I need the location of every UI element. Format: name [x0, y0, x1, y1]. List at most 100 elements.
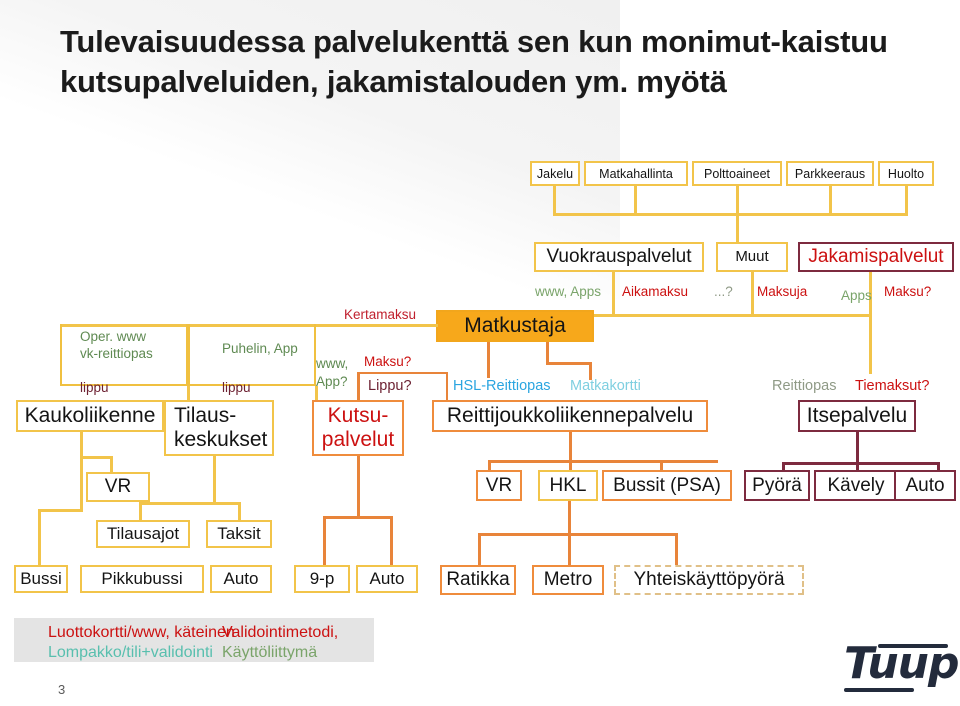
connector-lippu-mid-down: [315, 386, 318, 400]
box-auto-kutsu[interactable]: Auto: [356, 565, 418, 593]
label-unknown: ...?: [714, 284, 733, 299]
main-box-reittijoukkoliikennepalvelu[interactable]: Reittijoukkoliikennepalvelu: [432, 400, 708, 432]
connector-to-ratikka: [478, 533, 481, 565]
connector-vuokraus-down: [612, 272, 615, 316]
connector-to-9p: [323, 516, 326, 565]
label-kertamaksu: Kertamaksu: [344, 307, 417, 322]
main-box-kaukoliikenne[interactable]: Kaukoliikenne: [16, 400, 164, 432]
box-pikkubussi[interactable]: Pikkubussi: [80, 565, 204, 593]
connector-bus-to-muut: [736, 213, 739, 243]
box-tilausajot-label: Tilausajot: [106, 524, 180, 544]
top-box-matkahallinta-label: Matkahallinta: [599, 166, 673, 181]
label-maksuja: Maksuja: [757, 284, 808, 299]
connector-kauko-h: [80, 456, 113, 459]
box-vr[interactable]: VR: [476, 470, 522, 501]
connector-traveler-right: [546, 342, 549, 364]
slide-number: 3: [58, 682, 66, 697]
connector-to-tilausajot: [139, 502, 142, 522]
label-tiemaksut: Tiemaksut?: [855, 378, 930, 394]
connector-itse-down: [856, 432, 859, 464]
connector-tilaus-down: [213, 456, 216, 504]
logo-wordmark: Tuup: [844, 638, 960, 689]
connector-to-bussi: [38, 509, 41, 565]
box-metro[interactable]: Metro: [532, 565, 604, 595]
logo-bar-bottom: [844, 688, 914, 692]
connector-jakelu-down: [553, 186, 556, 215]
main-box-reittijoukkoliikennepalvelu-label: Reittijoukkoliikennepalvelu: [446, 404, 694, 428]
connector-kauko-down: [80, 432, 83, 458]
service-box-vuokrauspalvelut[interactable]: Vuokrauspalvelut: [534, 242, 704, 272]
box-vr-left[interactable]: VR: [86, 472, 150, 502]
main-box-tilauskeskukset[interactable]: Tilaus- keskukset: [164, 400, 274, 456]
top-box-polttoaineet[interactable]: Polttoaineet: [692, 161, 782, 186]
connector-tilaus-bus: [139, 502, 240, 505]
box-bussit-psa-label: Bussit (PSA): [613, 474, 721, 496]
service-box-muut[interactable]: Muut: [716, 242, 788, 272]
connector-kutsu-bus: [323, 516, 393, 519]
connector-matkahallinta-down: [634, 186, 637, 215]
label-www-apps: www, Apps: [535, 284, 602, 299]
box-yhteiskayttopyora-label: Yhteiskäyttöpyörä: [633, 569, 785, 591]
connector-muut-down: [751, 272, 754, 316]
top-box-polttoaineet-label: Polttoaineet: [703, 166, 771, 181]
label-reittiopas: Reittiopas: [772, 378, 837, 394]
top-box-parkkeeraus-label: Parkkeeraus: [794, 166, 866, 181]
slide-canvas: Tulevaisuudessa palvelukenttä sen kun mo…: [0, 0, 960, 706]
top-box-jakelu-label: Jakelu: [536, 166, 574, 181]
connector-reitti-bus: [488, 460, 718, 463]
traveler-label: Matkustaja: [464, 314, 566, 338]
connector-channel-bus: [592, 314, 872, 317]
connector-kauko-bus-h: [38, 509, 83, 512]
box-ratikka[interactable]: Ratikka: [440, 565, 516, 595]
connector-to-bussit: [660, 460, 663, 470]
box-hkl[interactable]: HKL: [538, 470, 598, 501]
box-tilausajot[interactable]: Tilausajot: [96, 520, 190, 548]
box-auto-left[interactable]: Auto: [210, 565, 272, 593]
main-box-itsepalvelu-label: Itsepalvelu: [806, 404, 908, 428]
connector-kauko-to-bus: [80, 456, 83, 512]
connector-lippu-left-down: [187, 386, 190, 400]
top-box-parkkeeraus[interactable]: Parkkeeraus: [786, 161, 874, 186]
label-www-small: www,: [316, 356, 349, 371]
box-kavely[interactable]: Kävely: [814, 470, 898, 501]
label-maksu-q: Maksu?: [884, 284, 932, 299]
main-box-kutsupalvelut-label: Kutsu- palvelut: [321, 404, 395, 451]
box-bussi[interactable]: Bussi: [14, 565, 68, 593]
main-box-kaukoliikenne-label: Kaukoliikenne: [24, 404, 156, 428]
main-box-itsepalvelu[interactable]: Itsepalvelu: [798, 400, 916, 432]
label-matkakortti: Matkakortti: [570, 378, 641, 394]
connector-to-yhteis: [675, 533, 678, 565]
main-box-kutsupalvelut[interactable]: Kutsu- palvelut: [312, 400, 404, 456]
connector-to-auto2: [390, 516, 393, 565]
box-bussit-psa[interactable]: Bussit (PSA): [602, 470, 732, 501]
main-box-tilauskeskukset-label: Tilaus- keskukset: [174, 404, 268, 451]
footer-line1-red: Luottokortti/www, käteinen: [48, 624, 235, 641]
top-box-jakelu[interactable]: Jakelu: [530, 161, 580, 186]
traveler-box[interactable]: Matkustaja: [436, 310, 594, 342]
box-metro-label: Metro: [543, 569, 593, 591]
box-taksit[interactable]: Taksit: [206, 520, 272, 548]
box-pyora[interactable]: Pyörä: [744, 470, 810, 501]
label-vk-reittiopas: vk-reittiopas: [80, 346, 153, 361]
box-pikkubussi-label: Pikkubussi: [101, 569, 183, 589]
tuup-logo: Tuup: [844, 638, 960, 694]
box-taksit-label: Taksit: [217, 524, 261, 544]
footer-line2-teal: Lompakko/tili+validointi: [48, 644, 213, 661]
box-yhteiskayttopyora[interactable]: Yhteiskäyttöpyörä: [614, 565, 804, 595]
connector-to-vr: [488, 460, 491, 470]
connector-to-metro: [568, 533, 571, 565]
connector-to-hkl: [569, 460, 572, 470]
top-box-huolto[interactable]: Huolto: [878, 161, 934, 186]
box-auto-kutsu-label: Auto: [369, 569, 405, 589]
box-ratikka-label: Ratikka: [446, 569, 510, 591]
box-hkl-label: HKL: [549, 474, 587, 496]
box-9p[interactable]: 9-p: [294, 565, 350, 593]
label-lippu-mid: lippu: [222, 380, 251, 395]
connector-to-pyora: [782, 462, 785, 470]
connector-huolto-down: [905, 186, 908, 215]
connector-to-auto-self: [937, 462, 940, 470]
top-box-matkahallinta[interactable]: Matkahallinta: [584, 161, 688, 186]
service-box-jakamispalvelut[interactable]: Jakamispalvelut: [798, 242, 954, 272]
label-lippu-left: lippu: [80, 380, 109, 395]
box-auto-self[interactable]: Auto: [894, 470, 956, 501]
